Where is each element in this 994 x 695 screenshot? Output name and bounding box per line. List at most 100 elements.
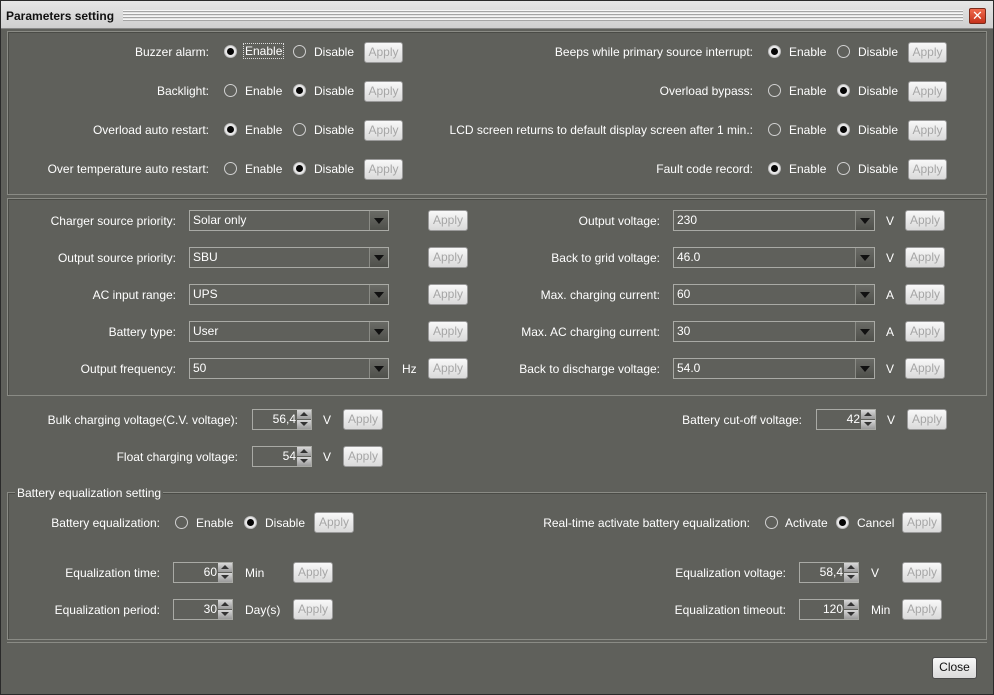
battery-cutoff-voltage-apply-button[interactable]: Apply bbox=[907, 409, 947, 430]
lcd-return-enable-radio[interactable] bbox=[768, 123, 781, 136]
back-to-grid-voltage-select[interactable]: 46.0 bbox=[673, 247, 875, 268]
buzzer-alarm-enable-radio[interactable] bbox=[224, 45, 237, 58]
chevron-down-icon[interactable] bbox=[855, 211, 874, 230]
chevron-down-icon[interactable] bbox=[855, 285, 874, 304]
realtime-cancel-radio[interactable] bbox=[836, 516, 849, 529]
spin-down-icon[interactable] bbox=[844, 573, 858, 582]
charger-source-priority-select[interactable]: Solar only bbox=[189, 210, 389, 231]
lcd-return-disable-text[interactable]: Disable bbox=[858, 123, 898, 137]
chevron-down-icon[interactable] bbox=[369, 248, 388, 267]
output-voltage-apply-button[interactable]: Apply bbox=[905, 210, 945, 231]
chevron-down-icon[interactable] bbox=[369, 359, 388, 378]
overload-bypass-enable-text[interactable]: Enable bbox=[789, 84, 826, 98]
lcd-return-disable-radio[interactable] bbox=[837, 123, 850, 136]
realtime-activate-text[interactable]: Activate bbox=[785, 516, 828, 530]
backlight-apply-button[interactable]: Apply bbox=[364, 81, 403, 102]
spin-up-icon[interactable] bbox=[844, 563, 858, 572]
close-window-icon[interactable]: ✕ bbox=[969, 8, 986, 24]
chevron-down-icon[interactable] bbox=[855, 322, 874, 341]
equalization-period-spinner[interactable]: 30 bbox=[173, 599, 233, 620]
output-frequency-apply-button[interactable]: Apply bbox=[428, 358, 468, 379]
spin-down-icon[interactable] bbox=[861, 420, 875, 429]
beeps-enable-text[interactable]: Enable bbox=[789, 45, 826, 59]
float-charging-voltage-apply-button[interactable]: Apply bbox=[343, 446, 383, 467]
chevron-down-icon[interactable] bbox=[369, 285, 388, 304]
chevron-down-icon[interactable] bbox=[855, 248, 874, 267]
spin-down-icon[interactable] bbox=[297, 457, 311, 466]
spin-up-icon[interactable] bbox=[297, 447, 311, 456]
overload-bypass-disable-text[interactable]: Disable bbox=[858, 84, 898, 98]
overload-auto-restart-enable-text[interactable]: Enable bbox=[245, 123, 282, 137]
charger-source-priority-apply-button[interactable]: Apply bbox=[428, 210, 468, 231]
battery-equalization-disable-radio[interactable] bbox=[244, 516, 257, 529]
spin-up-icon[interactable] bbox=[844, 600, 858, 609]
output-source-priority-select[interactable]: SBU bbox=[189, 247, 389, 268]
backlight-enable-radio[interactable] bbox=[224, 84, 237, 97]
overload-auto-restart-disable-radio[interactable] bbox=[293, 123, 306, 136]
fault-code-record-enable-text[interactable]: Enable bbox=[789, 162, 826, 176]
back-to-discharge-voltage-apply-button[interactable]: Apply bbox=[905, 358, 945, 379]
max-ac-charging-current-select[interactable]: 30 bbox=[673, 321, 875, 342]
beeps-apply-button[interactable]: Apply bbox=[908, 42, 947, 63]
ac-input-range-apply-button[interactable]: Apply bbox=[428, 284, 468, 305]
chevron-down-icon[interactable] bbox=[369, 211, 388, 230]
output-voltage-select[interactable]: 230 bbox=[673, 210, 875, 231]
equalization-voltage-spinner[interactable]: 58,4 bbox=[799, 562, 859, 583]
over-temp-auto-restart-disable-radio[interactable] bbox=[293, 162, 306, 175]
float-charging-voltage-spinner[interactable]: 54 bbox=[252, 446, 312, 467]
battery-cutoff-voltage-spinner[interactable]: 42 bbox=[816, 409, 876, 430]
buzzer-alarm-disable-radio[interactable] bbox=[293, 45, 306, 58]
over-temp-auto-restart-enable-radio[interactable] bbox=[224, 162, 237, 175]
max-ac-charging-current-apply-button[interactable]: Apply bbox=[905, 321, 945, 342]
spin-down-icon[interactable] bbox=[297, 420, 311, 429]
overload-auto-restart-disable-text[interactable]: Disable bbox=[314, 123, 354, 137]
realtime-cancel-text[interactable]: Cancel bbox=[857, 516, 894, 530]
spin-down-icon[interactable] bbox=[844, 610, 858, 619]
backlight-disable-radio[interactable] bbox=[293, 84, 306, 97]
overload-auto-restart-apply-button[interactable]: Apply bbox=[364, 120, 403, 141]
chevron-down-icon[interactable] bbox=[369, 322, 388, 341]
bulk-charging-voltage-spinner[interactable]: 56,4 bbox=[252, 409, 312, 430]
equalization-time-spinner[interactable]: 60 bbox=[173, 562, 233, 583]
beeps-enable-radio[interactable] bbox=[768, 45, 781, 58]
battery-equalization-disable-text[interactable]: Disable bbox=[265, 516, 305, 530]
overload-bypass-apply-button[interactable]: Apply bbox=[908, 81, 947, 102]
output-frequency-select[interactable]: 50 bbox=[189, 358, 389, 379]
max-charging-current-select[interactable]: 60 bbox=[673, 284, 875, 305]
fault-code-record-apply-button[interactable]: Apply bbox=[908, 159, 947, 180]
back-to-discharge-voltage-select[interactable]: 54.0 bbox=[673, 358, 875, 379]
buzzer-alarm-disable-text[interactable]: Disable bbox=[314, 45, 354, 59]
backlight-enable-text[interactable]: Enable bbox=[245, 84, 282, 98]
over-temp-auto-restart-apply-button[interactable]: Apply bbox=[364, 159, 403, 180]
backlight-disable-text[interactable]: Disable bbox=[314, 84, 354, 98]
realtime-activate-radio[interactable] bbox=[765, 516, 778, 529]
lcd-return-apply-button[interactable]: Apply bbox=[908, 120, 947, 141]
beeps-disable-text[interactable]: Disable bbox=[858, 45, 898, 59]
bulk-charging-voltage-apply-button[interactable]: Apply bbox=[343, 409, 383, 430]
fault-code-record-disable-text[interactable]: Disable bbox=[858, 162, 898, 176]
equalization-period-apply-button[interactable]: Apply bbox=[293, 599, 333, 620]
ac-input-range-select[interactable]: UPS bbox=[189, 284, 389, 305]
overload-auto-restart-enable-radio[interactable] bbox=[224, 123, 237, 136]
chevron-down-icon[interactable] bbox=[855, 359, 874, 378]
equalization-time-apply-button[interactable]: Apply bbox=[293, 562, 333, 583]
lcd-return-enable-text[interactable]: Enable bbox=[789, 123, 826, 137]
max-charging-current-apply-button[interactable]: Apply bbox=[905, 284, 945, 305]
equalization-timeout-spinner[interactable]: 120 bbox=[799, 599, 859, 620]
spin-down-icon[interactable] bbox=[218, 573, 232, 582]
buzzer-alarm-enable-text[interactable]: Enable bbox=[243, 43, 285, 59]
equalization-voltage-apply-button[interactable]: Apply bbox=[902, 562, 942, 583]
battery-type-apply-button[interactable]: Apply bbox=[428, 321, 468, 342]
equalization-timeout-apply-button[interactable]: Apply bbox=[902, 599, 942, 620]
battery-equalization-apply-button[interactable]: Apply bbox=[314, 512, 354, 533]
spin-up-icon[interactable] bbox=[861, 410, 875, 419]
over-temp-auto-restart-disable-text[interactable]: Disable bbox=[314, 162, 354, 176]
battery-type-select[interactable]: User bbox=[189, 321, 389, 342]
realtime-equalization-apply-button[interactable]: Apply bbox=[902, 512, 942, 533]
spin-up-icon[interactable] bbox=[218, 600, 232, 609]
fault-code-record-enable-radio[interactable] bbox=[768, 162, 781, 175]
title-bar[interactable]: Parameters setting ✕ bbox=[1, 1, 993, 29]
spin-up-icon[interactable] bbox=[218, 563, 232, 572]
beeps-disable-radio[interactable] bbox=[837, 45, 850, 58]
buzzer-alarm-apply-button[interactable]: Apply bbox=[364, 42, 403, 63]
